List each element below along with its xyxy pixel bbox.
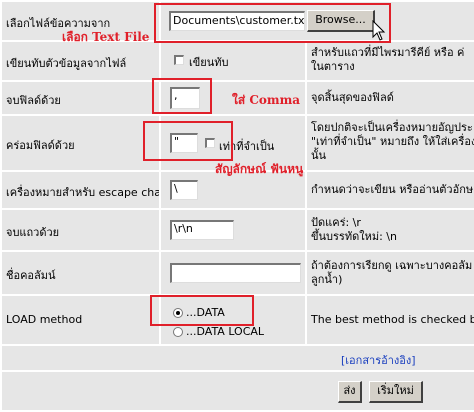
buttons-row: ส่ง เริ่มใหม่ (0, 372, 474, 410)
escaped-label: เครื่องหมายสำหรับ escape char (6, 186, 159, 199)
columns-label: ชื่อคอลัมน์ (6, 269, 56, 282)
load-method-label-cell: LOAD method (2, 296, 159, 344)
enclosed-desc-cell: โดยปกติจะเป็นเครื่องหมายอัญประ "เท่าที่จ… (307, 116, 474, 170)
replace-checkbox-cell: เขียนทับ (161, 42, 305, 80)
terminated-label-cell: จบฟิลด์ด้วย (2, 82, 159, 114)
escaped-input[interactable]: \ (170, 180, 198, 200)
quote-highlight-box (143, 121, 233, 161)
docs-link[interactable]: [เอกสารอ้างอิง] (341, 351, 416, 369)
submit-button[interactable]: ส่ง (338, 381, 362, 403)
lines-label: จบแถวด้วย (6, 226, 60, 239)
load-method-desc-cell: The best method is checked by (307, 296, 474, 344)
escaped-desc: กำหนดว่าจะเขียน หรืออ่านตัวอักษ (311, 183, 474, 196)
lines-input[interactable]: \r\n (170, 220, 234, 240)
terminated-desc-cell: จุดสิ้นสุดของฟิลด์ (307, 82, 474, 114)
terminated-label: จบฟิลด์ด้วย (6, 94, 61, 107)
lines-label-cell: จบแถวด้วย (2, 210, 159, 250)
escaped-desc-cell: กำหนดว่าจะเขียน หรืออ่านตัวอักษ (307, 172, 474, 208)
enclosed-desc-line-2: "เท่าที่จำเป็น" หมายถึง ให้ใส่เครื่อง (311, 135, 474, 148)
replace-label: เขียนทับตัวข้อมูลจากไฟล์ (6, 57, 127, 70)
replace-desc-cell: สำหรับแถวที่มีไพรมารีคีย์ หรือ ค่ ในตารา… (307, 42, 474, 80)
replace-desc-line-1: สำหรับแถวที่มีไพรมารีคีย์ หรือ ค่ (311, 46, 465, 59)
columns-desc-line-2: ลูกน้ำ) (311, 273, 343, 286)
reset-button[interactable]: เริ่มใหม่ (369, 381, 423, 403)
import-options-table: เลือกไฟล์ข้อความจาก Documents\customer.t… (0, 0, 474, 412)
enclosed-desc-line-1: โดยปกติจะเป็นเครื่องหมายอัญประ (311, 121, 473, 134)
replace-checkbox[interactable] (174, 55, 184, 65)
enclosed-desc-line-3: นั้น (311, 149, 327, 162)
enclosed-label: คร่อมฟิลด์ด้วย (6, 139, 75, 152)
lines-row: จบแถวด้วย \r\n ปัดแคร่: \r ขึ้นบรรทัดใหม… (0, 210, 474, 250)
docs-cell: [เอกสารอ้างอิง] (2, 346, 474, 370)
load-data-local-option-label: ...DATA LOCAL (186, 325, 265, 338)
mouse-pointer-icon (372, 20, 386, 41)
choose-file-annotation: เลือก Text File (62, 30, 150, 44)
insert-comma-annotation: ใส่ Comma (232, 93, 301, 107)
comma-highlight-box (152, 78, 212, 114)
enclosed-label-cell: คร่อมฟิลด์ด้วย (2, 116, 159, 170)
replace-row: เขียนทับตัวข้อมูลจากไฟล์ เขียนทับ สำหรับ… (0, 42, 474, 80)
load-method-label: LOAD method (6, 313, 83, 326)
docs-row: [เอกสารอ้างอิง] (0, 346, 474, 370)
lines-input-cell: \r\n (161, 210, 305, 250)
terminated-desc: จุดสิ้นสุดของฟิลด์ (311, 91, 394, 104)
columns-input[interactable] (170, 263, 301, 283)
lines-desc-cell: ปัดแคร่: \r ขึ้นบรรทัดใหม่: \n (307, 210, 474, 250)
load-data-local-radio[interactable] (173, 327, 183, 337)
replace-label-cell: เขียนทับตัวข้อมูลจากไฟล์ (2, 42, 159, 80)
lines-desc-line-2: ขึ้นบรรทัดใหม่: \n (311, 230, 397, 243)
columns-row: ชื่อคอลัมน์ ถ้าต้องการเรียกดู เฉพาะบางคอ… (0, 252, 474, 294)
escaped-label-cell: เครื่องหมายสำหรับ escape char (2, 172, 159, 208)
replace-checkbox-label: เขียนทับ (189, 56, 229, 69)
columns-input-cell (161, 252, 305, 294)
columns-desc-line-1: ถ้าต้องการเรียกดู เฉพาะบางคอลัม (311, 259, 473, 272)
load-method-desc: The best method is checked by (311, 313, 474, 326)
lines-desc-line-1: ปัดแคร่: \r (311, 216, 361, 229)
columns-desc-cell: ถ้าต้องการเรียกดู เฉพาะบางคอลัม ลูกน้ำ) (307, 252, 474, 294)
columns-label-cell: ชื่อคอลัมน์ (2, 252, 159, 294)
file-highlight-box (154, 3, 391, 43)
load-method-highlight-box (150, 295, 254, 326)
double-quote-annotation: สัญลักษณ์ ฟันหนู (215, 162, 304, 176)
buttons-cell: ส่ง เริ่มใหม่ (2, 372, 474, 410)
replace-desc-line-2: ในตาราง (311, 60, 355, 73)
